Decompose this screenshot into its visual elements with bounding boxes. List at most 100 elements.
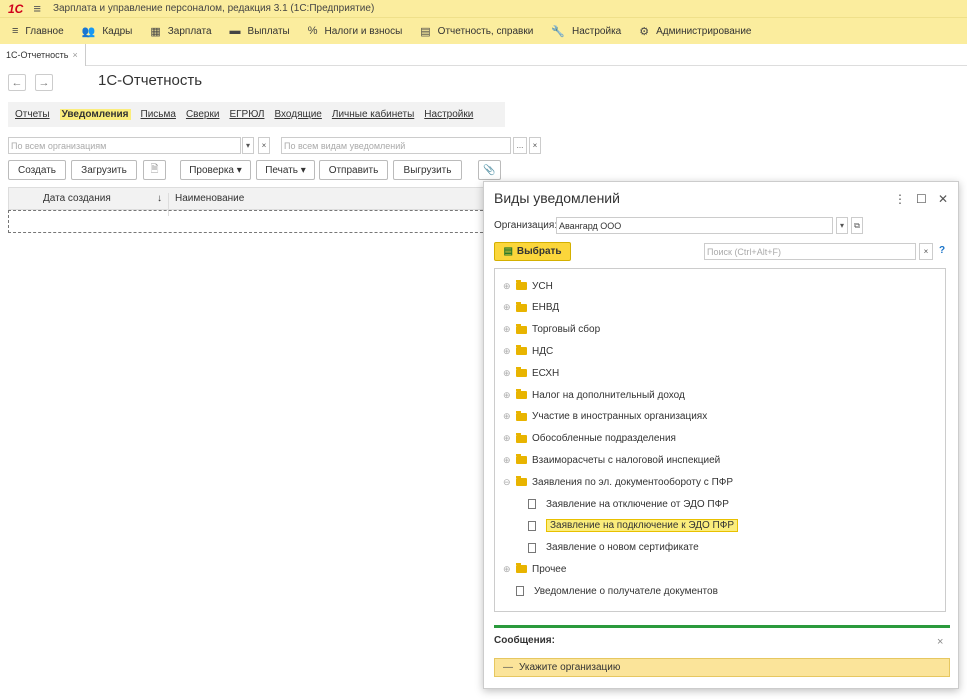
check-button[interactable]: Проверка ▾	[180, 160, 251, 180]
title-bar: 1С ≡ Зарплата и управление персоналом, р…	[0, 0, 967, 17]
menu-item-2[interactable]: ▦ Зарплата	[150, 25, 211, 38]
folder-icon	[516, 476, 527, 487]
tree-item[interactable]: ⊕ Налог на дополнительный доход	[503, 386, 685, 404]
messages-close-icon[interactable]: ×	[937, 636, 943, 648]
attach-icon[interactable]: 📎	[478, 160, 501, 180]
table-row[interactable]	[8, 210, 488, 233]
message-item[interactable]: — Укажите организацию	[494, 658, 950, 677]
tree-item[interactable]: ⊕ Прочее	[503, 560, 566, 578]
sections-panel: ≡ Главное 👥 Кадры ▦ Зарплата ▬ Выплаты % Налоги и…	[0, 17, 967, 44]
menu-item-4[interactable]: % Налоги и взносы	[308, 25, 403, 37]
tree-item[interactable]: ⊕ ЕСХН	[503, 364, 559, 382]
tree-item-label: Торговый сбор	[532, 324, 601, 336]
kind-filter-select-icon[interactable]: ...	[513, 137, 527, 154]
subnav-item-3[interactable]: Сверки	[186, 109, 220, 120]
kind-filter-clear-icon[interactable]: ×	[529, 137, 541, 154]
expand-icon[interactable]: ⊕	[503, 346, 512, 357]
subnav-item-5[interactable]: Входящие	[274, 109, 321, 120]
expand-icon[interactable]: ⊕	[503, 368, 512, 379]
expand-icon[interactable]: ⊕	[503, 302, 512, 313]
tree-item[interactable]: Уведомление о получателе документов	[503, 582, 718, 600]
menu-item-label: Администрирование	[656, 25, 752, 37]
expand-icon[interactable]: ⊖	[503, 477, 512, 488]
menu-item-3[interactable]: ▬ Выплаты	[230, 25, 290, 37]
subnav-item-4[interactable]: ЕГРЮЛ	[229, 109, 264, 120]
notice-kind-filter-input[interactable]: По всем видам уведомлений	[281, 137, 511, 154]
more-menu-icon[interactable]: ⋮	[894, 192, 906, 206]
tree-item[interactable]: ⊖ Заявления по эл. документообороту с ПФР	[503, 473, 733, 491]
menu-item-6[interactable]: 🔧 Настройка	[551, 25, 621, 38]
org-filter-dropdown-icon[interactable]: ▾	[242, 137, 254, 154]
print-button[interactable]: Печать ▾	[256, 160, 315, 180]
grid-header: Дата создания ↓ Наименование	[8, 187, 488, 216]
export-button[interactable]: Выгрузить	[393, 160, 462, 180]
subnav-item-0[interactable]: Отчеты	[15, 109, 50, 120]
tree-item[interactable]: ⊕ Участие в иностранных организациях	[503, 408, 707, 426]
tree-item-label: ЕНВД	[532, 302, 560, 314]
folder-icon	[516, 454, 527, 465]
document-icon	[528, 520, 536, 531]
subnav-item-1[interactable]: Уведомления	[59, 109, 131, 120]
payments-icon: ▬	[229, 25, 241, 37]
tab-1c-reporting[interactable]: 1С-Отчетность ×	[0, 44, 86, 66]
close-icon[interactable]: ✕	[938, 192, 948, 206]
tab-close-icon[interactable]: ×	[72, 50, 77, 60]
create-button[interactable]: Создать	[8, 160, 66, 180]
tree-item[interactable]: ⊕ НДС	[503, 342, 553, 360]
search-input[interactable]: Поиск (Ctrl+Alt+F)	[704, 243, 916, 260]
calculator-icon: ▦	[150, 25, 161, 38]
expand-icon[interactable]: ⊕	[503, 433, 512, 444]
organization-filter-input[interactable]: По всем организациям	[8, 137, 241, 154]
reporting-subnav: Отчеты Уведомления Письма Сверки ЕГРЮЛ Входящ…	[8, 102, 505, 127]
expand-icon[interactable]: ⊕	[503, 411, 512, 422]
tree-item[interactable]: ⊕ ЕНВД	[503, 299, 559, 317]
expand-icon[interactable]: ⊕	[503, 324, 512, 335]
forward-button[interactable]: →	[35, 74, 53, 91]
search-clear-icon[interactable]: ×	[919, 243, 933, 260]
tree-item[interactable]: ⊕ Взаиморасчеты с налоговой инспекцией	[503, 451, 720, 469]
organization-input[interactable]: Авангард ООО	[556, 217, 833, 234]
subnav-item-6[interactable]: Личные кабинеты	[332, 109, 414, 120]
folder-icon	[516, 345, 527, 356]
column-name-header[interactable]: Наименование	[175, 193, 244, 204]
tree-item-label: Обособленные подразделения	[532, 433, 676, 445]
main-menu-icon[interactable]: ≡	[33, 1, 41, 16]
column-date-header[interactable]: Дата создания	[43, 193, 111, 204]
tab-label: 1С-Отчетность	[6, 50, 69, 60]
tree-item-label: Прочее	[532, 563, 567, 575]
select-button[interactable]: ▤ Выбрать	[494, 242, 571, 261]
maximize-icon[interactable]: ☐	[916, 192, 927, 206]
folder-icon	[516, 432, 527, 443]
menu-item-7[interactable]: ⚙ Администрирование	[639, 25, 751, 38]
expand-icon[interactable]: ⊕	[503, 281, 512, 292]
tree-item[interactable]: Заявление на отключение от ЭДО ПФР	[528, 495, 729, 513]
tree-item[interactable]: ⊕ УСН	[503, 277, 553, 295]
organization-dropdown-icon[interactable]: ▾	[836, 217, 848, 234]
org-filter-clear-icon[interactable]: ×	[258, 137, 270, 154]
send-button[interactable]: Отправить	[319, 160, 388, 180]
people-icon: 👥	[81, 25, 96, 38]
tree-item[interactable]: ⊕ Торговый сбор	[503, 321, 600, 339]
expand-icon[interactable]: ⊕	[503, 455, 512, 466]
tree-item[interactable]: ⊕ Обособленные подразделения	[503, 430, 676, 448]
document-icon-button[interactable]: 🗎	[143, 160, 166, 180]
message-text: Укажите организацию	[519, 662, 621, 673]
tree-item[interactable]: Заявление на подключение к ЭДО ПФР	[528, 517, 739, 535]
percent-icon: %	[307, 25, 318, 37]
menu-item-5[interactable]: ▤ Отчетность, справки	[420, 25, 533, 38]
expand-icon[interactable]: ⊕	[503, 564, 512, 575]
organization-label: Организация:	[494, 220, 558, 231]
menu-item-0[interactable]: ≡ Главное	[12, 25, 64, 37]
help-icon[interactable]: ?	[939, 245, 945, 256]
back-button[interactable]: ←	[8, 74, 26, 91]
tree-item[interactable]: Заявление о новом сертификате	[528, 539, 699, 557]
subnav-item-7[interactable]: Настройки	[424, 109, 473, 120]
expand-icon[interactable]: ⊕	[503, 390, 512, 401]
load-button[interactable]: Загрузить	[71, 160, 137, 180]
subnav-item-2[interactable]: Письма	[141, 109, 176, 120]
messages-title: Сообщения:	[494, 635, 555, 646]
menu-item-1[interactable]: 👥 Кадры	[82, 25, 133, 38]
report-icon: ▤	[420, 25, 431, 38]
tree-item-label: Заявление на подключение к ЭДО ПФР	[546, 519, 739, 533]
organization-open-icon[interactable]: ⧉	[851, 217, 863, 234]
